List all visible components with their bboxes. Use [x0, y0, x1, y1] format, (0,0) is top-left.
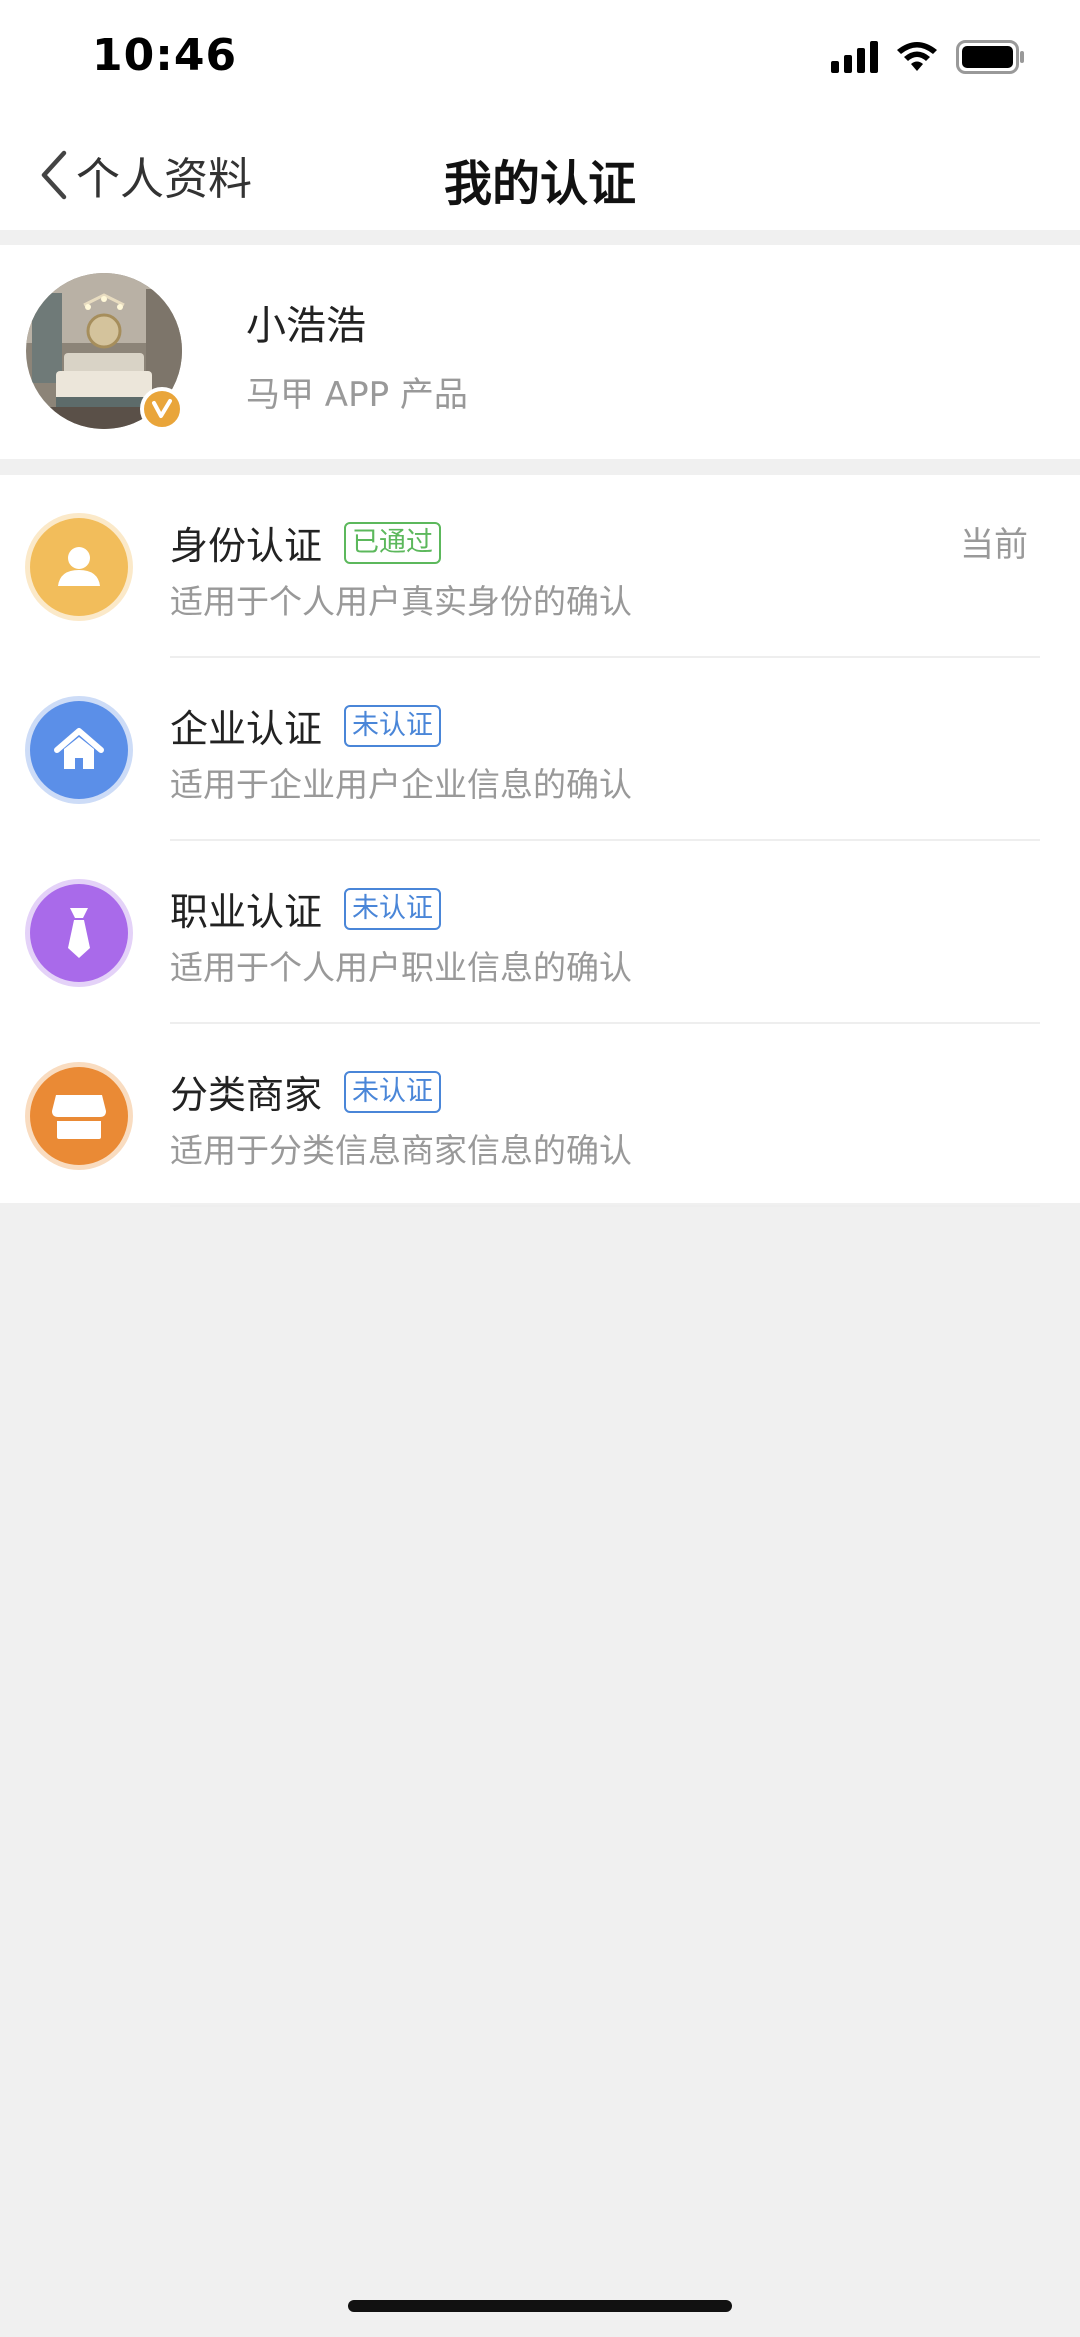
status-badge: 未认证	[344, 704, 442, 747]
current-label: 当前	[960, 525, 1028, 565]
cert-item-enterprise[interactable]: 企业认证 未认证 适用于企业用户企业信息的确认	[0, 658, 1080, 841]
status-badge: 未认证	[344, 887, 442, 930]
cert-description: 适用于个人用户职业信息的确认	[170, 948, 632, 987]
screen: 10:46 个人资料 我的认证 小浩浩 马甲 APP 产品 身份认证 已通过 适…	[0, 0, 1080, 2337]
profile-subtitle: 马甲 APP 产品	[246, 375, 468, 415]
battery-icon	[956, 40, 1024, 74]
cert-title: 职业认证	[170, 890, 323, 934]
cert-item-merchant[interactable]: 分类商家 未认证 适用于分类信息商家信息的确认	[0, 1024, 1080, 1207]
cert-description: 适用于个人用户真实身份的确认	[170, 582, 632, 621]
profile-card[interactable]: 小浩浩 马甲 APP 产品	[0, 245, 1080, 459]
status-badge: 已通过	[344, 521, 442, 564]
cert-item-identity[interactable]: 身份认证 已通过 适用于个人用户真实身份的确认 当前	[0, 475, 1080, 658]
profile-name: 小浩浩	[246, 303, 366, 349]
tie-icon	[30, 884, 128, 982]
cert-title: 身份认证	[170, 524, 323, 568]
status-icons	[831, 40, 1026, 74]
user-icon	[30, 518, 128, 616]
home-indicator[interactable]	[348, 2300, 732, 2312]
page-title: 我的认证	[443, 156, 636, 212]
home-icon	[30, 701, 128, 799]
cert-item-profession[interactable]: 职业认证 未认证 适用于个人用户职业信息的确认	[0, 841, 1080, 1024]
verified-badge-icon	[140, 387, 184, 431]
certification-list: 身份认证 已通过 适用于个人用户真实身份的确认 当前 企业认证 未认证 适用于企…	[0, 475, 1080, 1207]
cert-description: 适用于企业用户企业信息的确认	[170, 765, 632, 804]
nav-bar: 个人资料 我的认证	[0, 120, 1080, 230]
status-badge: 未认证	[344, 1070, 442, 1113]
cellular-signal-icon	[831, 41, 878, 73]
cert-title: 企业认证	[170, 707, 323, 751]
cert-title: 分类商家	[170, 1073, 323, 1117]
status-time: 10:46	[92, 30, 238, 81]
cert-description: 适用于分类信息商家信息的确认	[170, 1131, 632, 1170]
store-icon	[30, 1067, 128, 1165]
divider	[170, 1205, 1040, 1207]
wifi-icon	[897, 42, 937, 71]
status-bar: 10:46	[0, 0, 1080, 120]
